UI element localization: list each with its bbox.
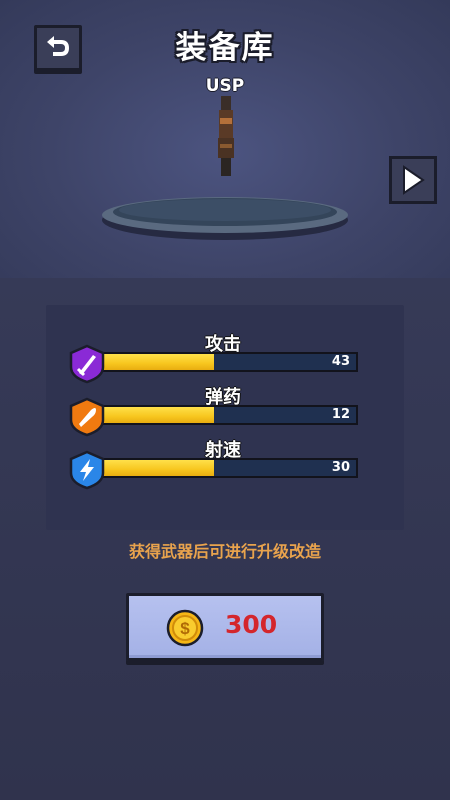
stat-value: 30 xyxy=(331,460,350,475)
sword-icon xyxy=(69,344,105,384)
pistol-model xyxy=(218,96,234,176)
dollar-coin-icon: $ xyxy=(166,609,204,647)
stat-fire-rate: 射速 30 xyxy=(68,436,364,490)
stat-bar-fill xyxy=(102,407,214,423)
play-right-icon xyxy=(403,165,425,195)
next-weapon-button[interactable] xyxy=(389,156,437,204)
lightning-icon xyxy=(69,450,105,490)
stat-value: 12 xyxy=(331,407,350,422)
stat-bar-fill xyxy=(102,460,214,476)
page-title: 装备库 xyxy=(175,30,275,66)
stat-bar-fill xyxy=(102,354,214,370)
bullet-icon xyxy=(69,397,105,437)
svg-text:$: $ xyxy=(180,619,190,638)
purchase-button[interactable]: $ 300 xyxy=(126,593,324,661)
price-label: 300 xyxy=(225,610,278,639)
stat-attack: 攻击 43 xyxy=(68,330,364,384)
weapon-name: USP xyxy=(205,76,245,96)
upgrade-hint: 获得武器后可进行升级改造 xyxy=(128,542,321,561)
display-pedestal xyxy=(102,197,348,240)
stat-ammo: 弹药 12 xyxy=(68,383,364,437)
stat-bar: 43 xyxy=(100,352,358,372)
stat-bar: 30 xyxy=(100,458,358,478)
stat-value: 43 xyxy=(331,354,350,369)
stat-bar: 12 xyxy=(100,405,358,425)
